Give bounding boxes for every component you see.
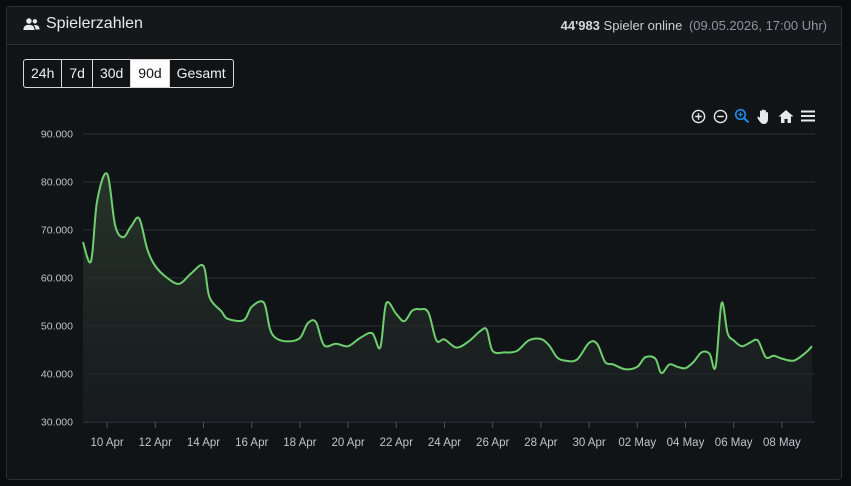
- page-title: Spielerzahlen: [23, 15, 143, 33]
- x-tick-label: 20 Apr: [331, 437, 364, 449]
- card-header: Spielerzahlen 44'983 Spieler online (09.…: [7, 7, 841, 45]
- y-tick-label: 70.000: [41, 225, 73, 237]
- y-tick-label: 80.000: [41, 177, 73, 189]
- y-tick-label: 40.000: [41, 369, 73, 381]
- timestamp: (09.05.2026, 17:00 Uhr): [688, 18, 827, 33]
- player-count-chart[interactable]: 90.000 80.000 70.000 60.000 50.000 40.000 30.0…: [7, 102, 843, 462]
- x-tick-label: 22 Apr: [380, 437, 413, 449]
- x-tick-label: 16 Apr: [235, 437, 268, 449]
- online-status: 44'983 Spieler online (09.05.2026, 17:00…: [561, 18, 827, 33]
- x-tick-label: 26 Apr: [476, 437, 509, 449]
- range-button-7d[interactable]: 7d: [62, 60, 93, 87]
- online-count: 44'983: [560, 18, 600, 33]
- online-label: Spieler online: [603, 18, 683, 33]
- users-icon: [23, 18, 40, 30]
- x-tick-label: 02 May: [618, 437, 656, 449]
- y-tick-label: 60.000: [41, 273, 73, 285]
- x-tick-label: 06 May: [715, 437, 753, 449]
- x-tick-label: 28 Apr: [524, 437, 557, 449]
- series-area-fill: [83, 173, 812, 422]
- y-tick-label: 30.000: [41, 417, 73, 429]
- chart-area[interactable]: 90.000 80.000 70.000 60.000 50.000 40.000 30.0…: [7, 102, 843, 462]
- x-tick-label: 14 Apr: [187, 437, 220, 449]
- x-tick-label: 24 Apr: [428, 437, 461, 449]
- x-tick-label: 10 Apr: [90, 437, 123, 449]
- player-stats-card: Spielerzahlen 44'983 Spieler online (09.…: [6, 6, 842, 480]
- y-tick-label: 90.000: [41, 129, 73, 141]
- x-tick-label: 30 Apr: [572, 437, 605, 449]
- range-button-gesamt[interactable]: Gesamt: [170, 60, 233, 87]
- title-text: Spielerzahlen: [46, 15, 143, 32]
- x-tick-label: 04 May: [667, 437, 705, 449]
- range-button-30d[interactable]: 30d: [93, 60, 132, 87]
- range-selector: 24h 7d 30d 90d Gesamt: [23, 59, 234, 88]
- x-tick-label: 08 May: [763, 437, 801, 449]
- range-button-90d[interactable]: 90d: [131, 60, 170, 87]
- range-button-24h[interactable]: 24h: [24, 60, 63, 87]
- x-tick-label: 12 Apr: [139, 437, 172, 449]
- x-tick-label: 18 Apr: [283, 437, 316, 449]
- y-tick-label: 50.000: [41, 321, 73, 333]
